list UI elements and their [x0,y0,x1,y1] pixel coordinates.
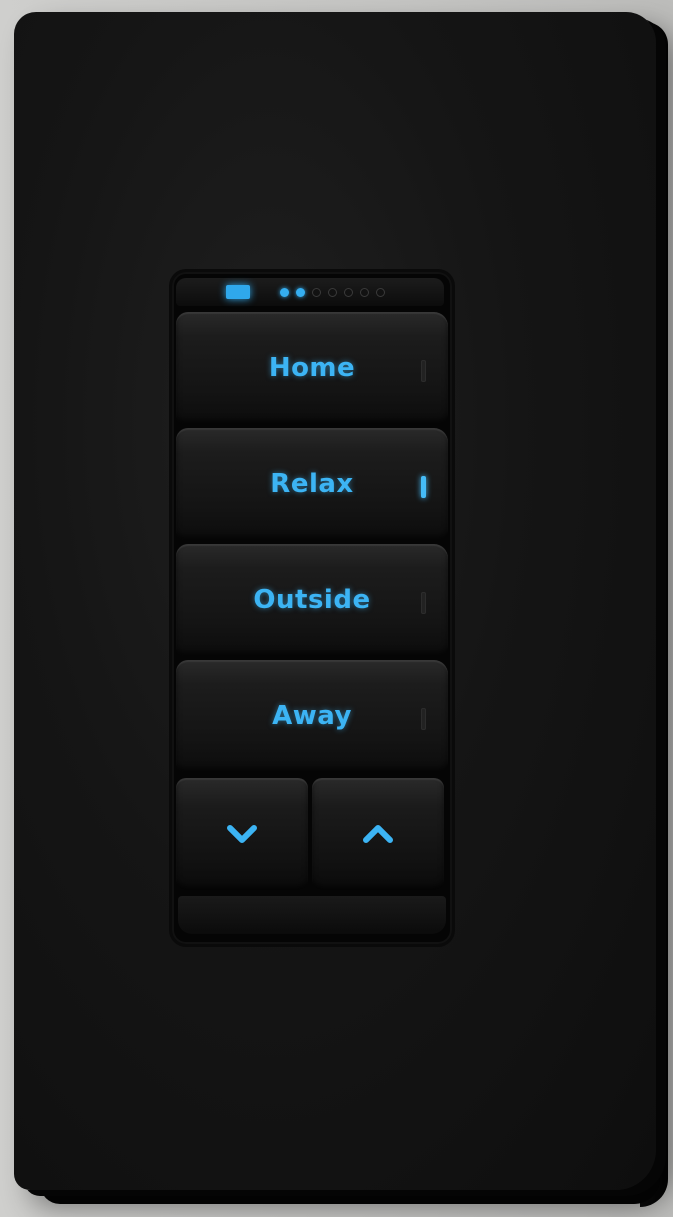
chevron-down-icon [227,825,257,843]
status-dot-3 [312,288,321,297]
scene-button-outside[interactable]: Outside [176,544,448,656]
raise-button[interactable] [312,778,444,890]
scene-button-relax[interactable]: Relax [176,428,448,540]
scene-indicator-light [421,708,426,730]
scene-button-label: Outside [253,585,371,615]
status-bar [176,278,444,306]
status-led-icon [226,285,250,299]
keypad-module: Home Relax Outside Away [172,272,452,944]
scene-indicator-light [421,592,426,614]
status-dot-4 [328,288,337,297]
scene-button-away[interactable]: Away [176,660,448,772]
scene-indicator-light [421,476,426,498]
scene-button-label: Relax [270,469,354,499]
keypad-bottom-bar [178,896,446,934]
status-dot-2 [296,288,305,297]
status-dot-6 [360,288,369,297]
scene-button-label: Home [268,353,356,383]
status-dot-7 [376,288,385,297]
scene-button-label: Away [272,701,352,731]
status-dot-1 [280,288,289,297]
status-dot-5 [344,288,353,297]
scene-button-home[interactable]: Home [176,312,448,424]
chevron-up-icon [363,825,393,843]
lower-button[interactable] [176,778,308,890]
scene-indicator-light [421,360,426,382]
